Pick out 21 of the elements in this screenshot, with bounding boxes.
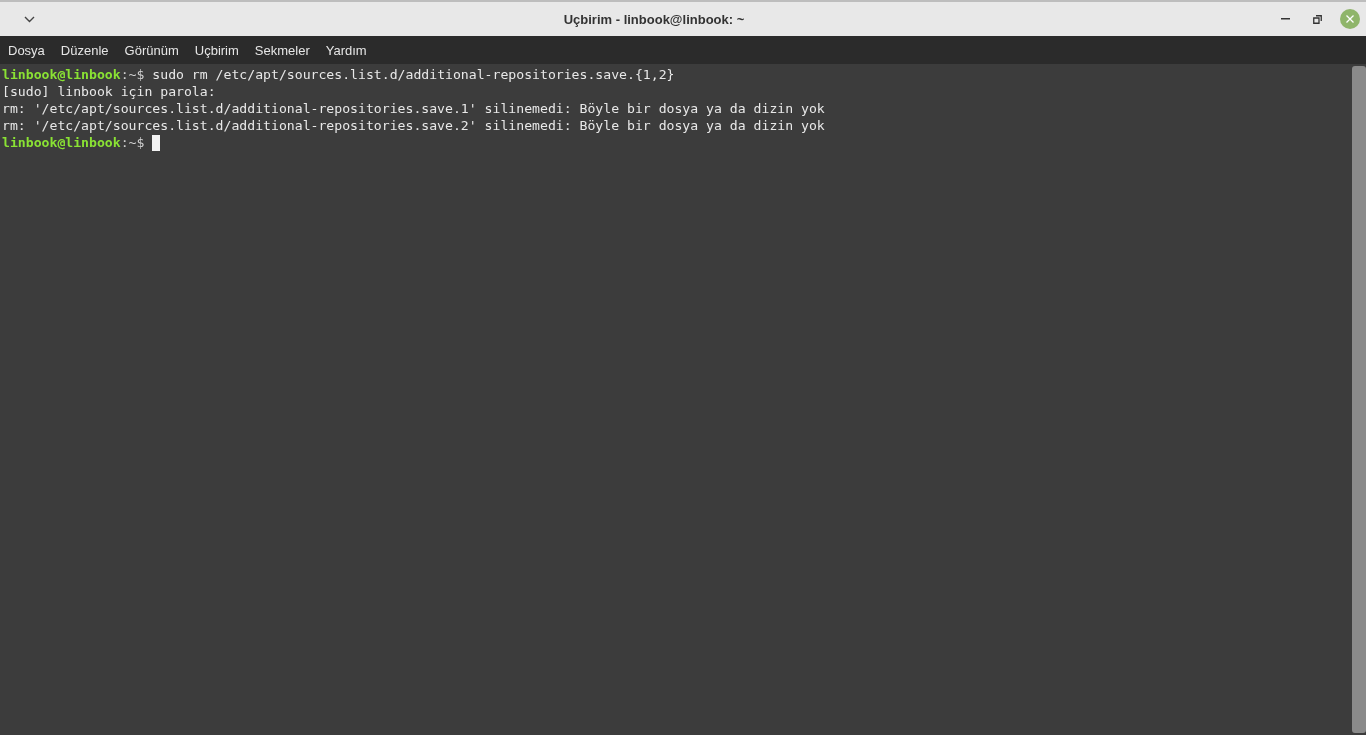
menu-item[interactable]: Düzenle xyxy=(54,38,115,62)
output-line: [sudo] linbook için parola: xyxy=(2,83,216,100)
menu-item[interactable]: Sekmeler xyxy=(248,38,316,62)
menu-item[interactable]: Yardım xyxy=(319,38,373,62)
minimize-icon xyxy=(1280,18,1290,20)
menu-item[interactable]: Uçbirim xyxy=(188,38,245,62)
command-text: sudo rm /etc/apt/sources.list.d/additional-repositories.save.{1,2} xyxy=(151,66,675,83)
window-title: Uçbirim - linbook@linbook: ~ xyxy=(562,11,746,27)
menu-item[interactable]: Görünüm xyxy=(118,38,185,62)
chevron-icon xyxy=(23,15,35,23)
prompt-path: :~$ xyxy=(120,134,145,151)
menu-item[interactable]: Dosya xyxy=(2,38,51,62)
output-line: rm: '/etc/apt/sources.list.d/additional-repositories.save.1' silinemedi: Böyle bir dosya ya da dizin yok xyxy=(2,100,825,117)
close-icon xyxy=(1346,15,1354,23)
output-line: rm: '/etc/apt/sources.list.d/additional-repositories.save.2' silinemedi: Böyle bir dosya ya da dizin yok xyxy=(2,117,825,134)
scrollbar-thumb[interactable] xyxy=(1352,66,1366,733)
restore-icon xyxy=(1312,14,1322,24)
prompt-user: linbook@linbook xyxy=(2,134,121,151)
prompt-path: :~$ xyxy=(120,66,145,83)
close-button[interactable] xyxy=(1340,9,1360,29)
prompt-user: linbook@linbook xyxy=(2,66,121,83)
